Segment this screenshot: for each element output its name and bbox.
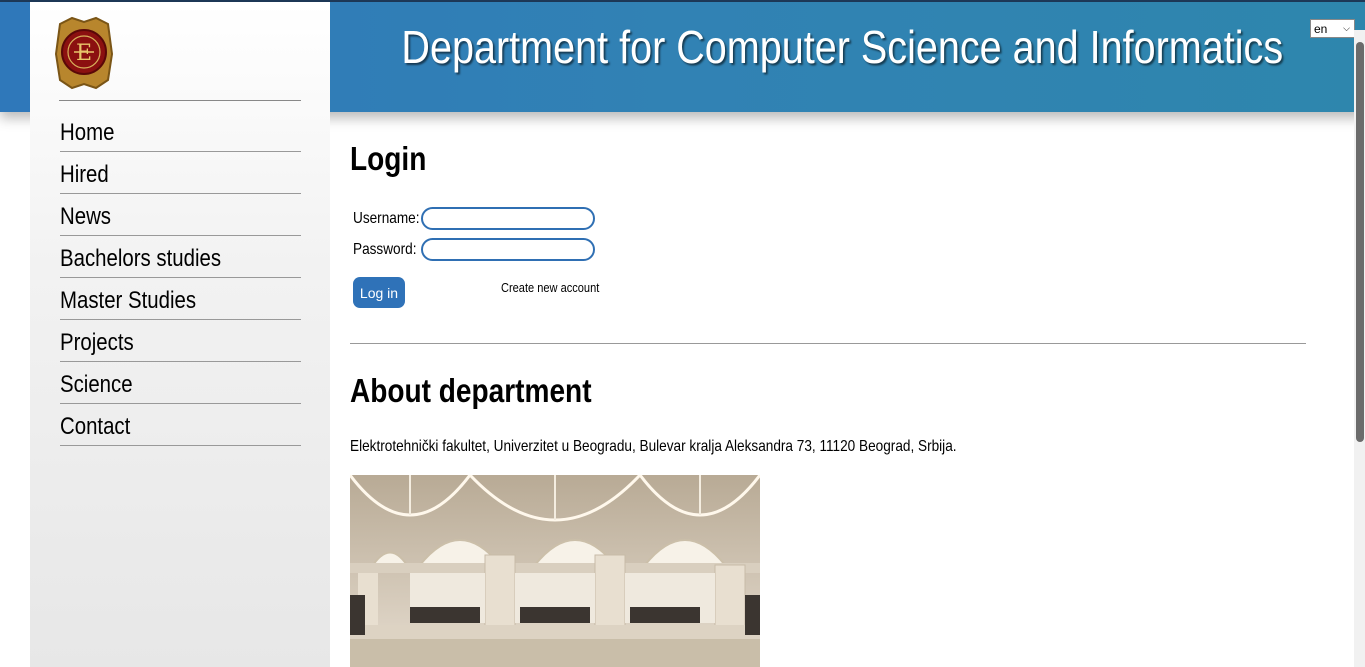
username-row: Username: xyxy=(353,207,595,230)
nav-item-science[interactable]: Science xyxy=(60,362,301,404)
language-select[interactable]: en ⌵ xyxy=(1310,19,1355,38)
sidebar-nav: Home Hired News Bachelors studies Master… xyxy=(60,110,301,446)
password-row: Password: xyxy=(353,238,595,261)
site-title: Department for Computer Science and Info… xyxy=(401,21,1284,73)
nav-item-projects[interactable]: Projects xyxy=(60,320,301,362)
login-heading: Login xyxy=(350,140,427,177)
nav-item-bachelors-studies[interactable]: Bachelors studies xyxy=(60,236,301,278)
about-heading: About department xyxy=(350,372,592,409)
chevron-down-icon: ⌵ xyxy=(1343,23,1350,33)
scrollbar-thumb[interactable] xyxy=(1356,42,1364,442)
faculty-logo-icon[interactable]: E xyxy=(52,14,116,92)
nav-item-contact[interactable]: Contact xyxy=(60,404,301,446)
password-label: Password: xyxy=(353,240,417,258)
nav-item-home[interactable]: Home xyxy=(60,110,301,152)
language-selected: en xyxy=(1314,21,1328,36)
logo-divider xyxy=(59,100,301,101)
department-address: Elektrotehnički fakultet, Univerzitet u … xyxy=(350,438,957,455)
login-button[interactable]: Log in xyxy=(353,277,405,308)
section-divider xyxy=(350,343,1306,344)
nav-item-hired[interactable]: Hired xyxy=(60,152,301,194)
nav-item-master-studies[interactable]: Master Studies xyxy=(60,278,301,320)
nav-item-news[interactable]: News xyxy=(60,194,301,236)
building-interior-photo xyxy=(350,475,760,667)
username-input[interactable] xyxy=(421,207,595,230)
svg-text:E: E xyxy=(76,41,92,66)
password-input[interactable] xyxy=(421,238,595,261)
create-account-link[interactable]: Create new account xyxy=(501,280,617,295)
username-label: Username: xyxy=(353,209,420,227)
sidebar: E Home Hired News Bachelors studies Mast… xyxy=(30,2,330,667)
